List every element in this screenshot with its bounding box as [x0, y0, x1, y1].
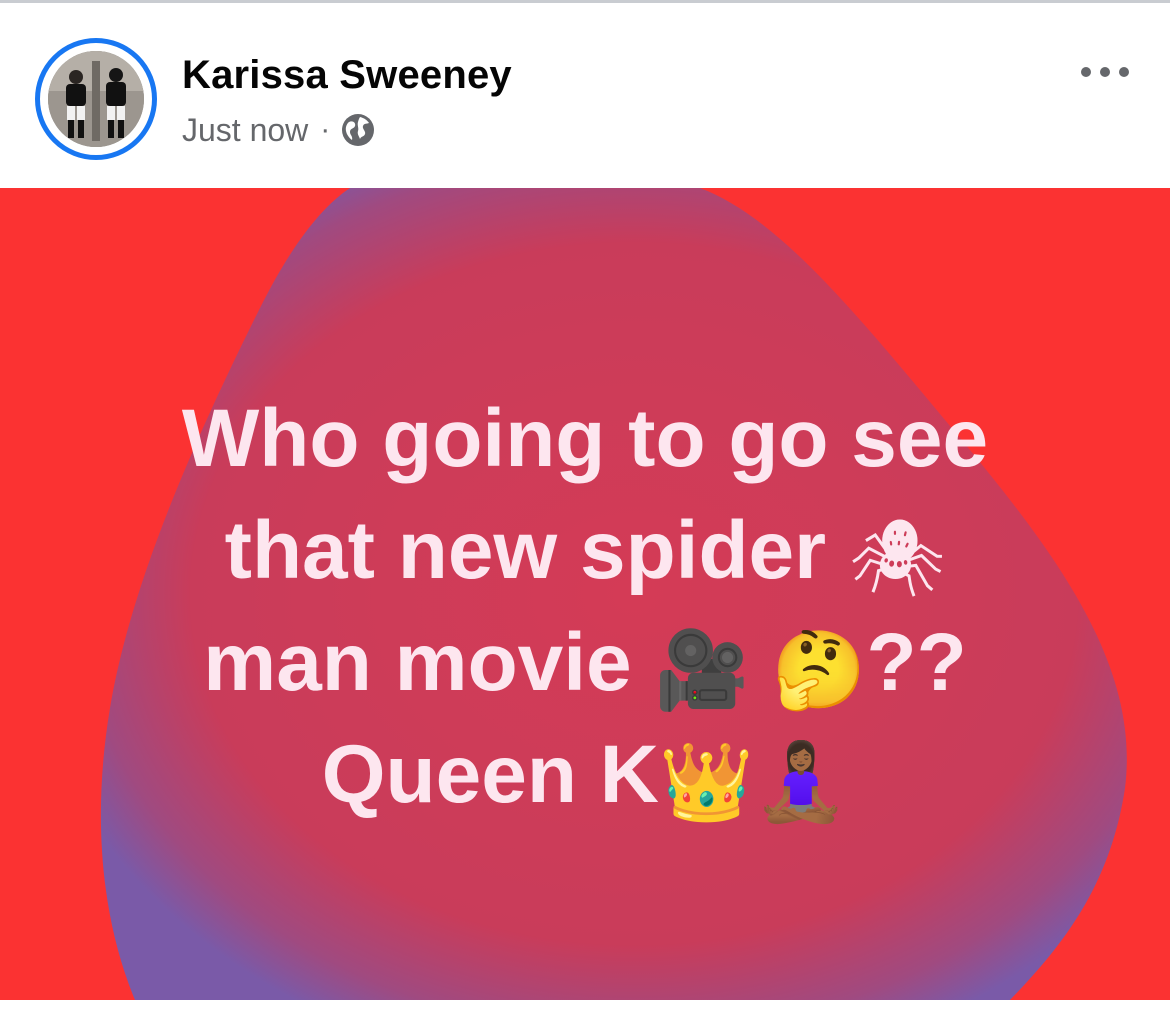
post-text-line-2-text: that new spider: [224, 505, 849, 596]
post-text-line-3: man movie 🎥 🤔??: [100, 607, 1070, 719]
post-text-line-4-text: Queen K: [321, 729, 659, 820]
post-text-line-1: Who going to go see: [100, 383, 1070, 495]
movie-camera-emoji: 🎥: [654, 625, 750, 714]
meditating-woman-emoji: 🧘🏾‍♀️: [753, 737, 849, 826]
post-background[interactable]: Who going to go see that new spider 🕷 ma…: [0, 188, 1170, 1000]
avatar-photo-icon: [48, 51, 144, 147]
avatar[interactable]: [35, 38, 157, 160]
post-text: Who going to go see that new spider 🕷 ma…: [100, 383, 1070, 831]
post-text-line-1-text: Who going to go see: [181, 393, 989, 484]
post-text-line-3-text: man movie: [203, 617, 655, 708]
more-horizontal-icon: [1081, 67, 1129, 77]
post-text-line-4: Queen K👑🧘🏾‍♀️: [100, 719, 1070, 831]
globe-icon: [342, 114, 375, 146]
author-name[interactable]: Karissa Sweeney: [182, 53, 512, 98]
thinking-face-emoji: 🤔: [771, 625, 867, 714]
spider-emoji: 🕷: [848, 513, 946, 602]
post-text-line-2: that new spider 🕷: [100, 495, 1070, 607]
post-header: Karissa Sweeney Just now ·: [0, 3, 1170, 188]
meta-separator: ·: [320, 113, 331, 146]
post-timestamp[interactable]: Just now: [182, 112, 308, 149]
avatar-photo: [48, 51, 144, 147]
more-options-button[interactable]: [1070, 53, 1140, 91]
crown-emoji: 👑: [658, 737, 754, 826]
bottom-divider: [0, 1000, 1170, 1012]
post-meta: Just now ·: [182, 110, 376, 150]
post-text-line-3-suffix: ??: [866, 617, 967, 708]
